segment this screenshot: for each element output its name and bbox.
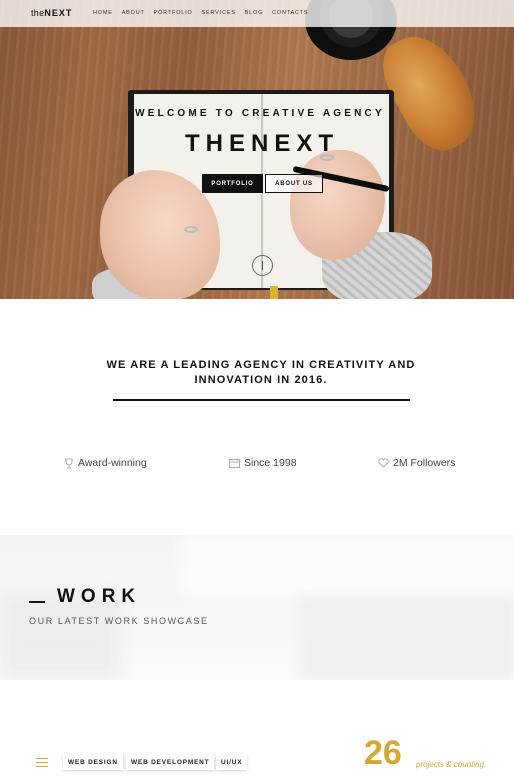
nav-about[interactable]: ABOUT [122,10,145,16]
nav-services[interactable]: SERVICES [202,10,236,16]
feature-award: Award-winning [64,457,147,469]
menu-icon-bar [36,762,48,763]
trophy-icon [65,458,73,468]
hero-subtitle: WELCOME TO CREATIVE AGENCY [135,108,385,119]
about-headline-line-2: INNOVATION IN 2016. [194,374,328,386]
filter-ui-ux[interactable]: UI/UX [216,754,248,770]
heart-icon [378,458,389,468]
work-title-dash [29,601,45,603]
feature-award-label: Award-winning [78,457,147,469]
top-navbar: theNEXT HOME ABOUT PORTFOLIO SERVICES BL… [0,0,514,27]
logo-prefix: the [31,8,45,18]
filter-web-development[interactable]: WEB DEVELOPMENT [126,754,215,770]
feature-since-label: Since 1998 [244,457,297,469]
nav-blog[interactable]: BLOG [245,10,263,16]
ring-left [184,226,198,233]
projects-count: 26 [364,734,402,772]
menu-icon-bar [36,766,48,767]
about-us-button[interactable]: ABOUT US [265,174,323,193]
feature-since: Since 1998 [229,457,297,469]
hero-section: theNEXT HOME ABOUT PORTFOLIO SERVICES BL… [0,0,514,299]
feature-followers: 2M Followers [378,457,455,469]
site-logo[interactable]: theNEXT [31,8,72,18]
portfolio-button[interactable]: PORTFOLIO [202,174,263,193]
feature-followers-label: 2M Followers [393,457,456,469]
menu-icon-bar [36,758,48,759]
projects-count-label: projects & counting. [416,760,487,769]
bookmark-ribbon [270,286,278,299]
scroll-down-icon[interactable] [252,255,273,276]
about-headline: WE ARE A LEADING AGENCY IN CREATIVITY AN… [0,358,514,388]
background-blur [180,535,514,595]
background-blur [300,597,514,680]
calendar-icon [229,458,240,468]
about-divider [113,399,410,401]
nav-portfolio[interactable]: PORTFOLIO [154,10,193,16]
hero-title: THENEXT [184,130,339,157]
about-headline-line-1: WE ARE A LEADING AGENCY IN CREATIVITY AN… [106,359,416,371]
nav-contacts[interactable]: CONTACTS [272,10,308,16]
logo-name: NEXT [44,8,73,18]
work-title: WORK [57,586,142,607]
work-subtitle: OUR LATEST WORK SHOWCASE [29,616,209,626]
nav-menu: HOME ABOUT PORTFOLIO SERVICES BLOG CONTA… [93,10,308,16]
filter-web-design[interactable]: WEB DESIGN [63,754,123,770]
nav-home[interactable]: HOME [93,10,113,16]
menu-icon[interactable] [36,758,48,767]
